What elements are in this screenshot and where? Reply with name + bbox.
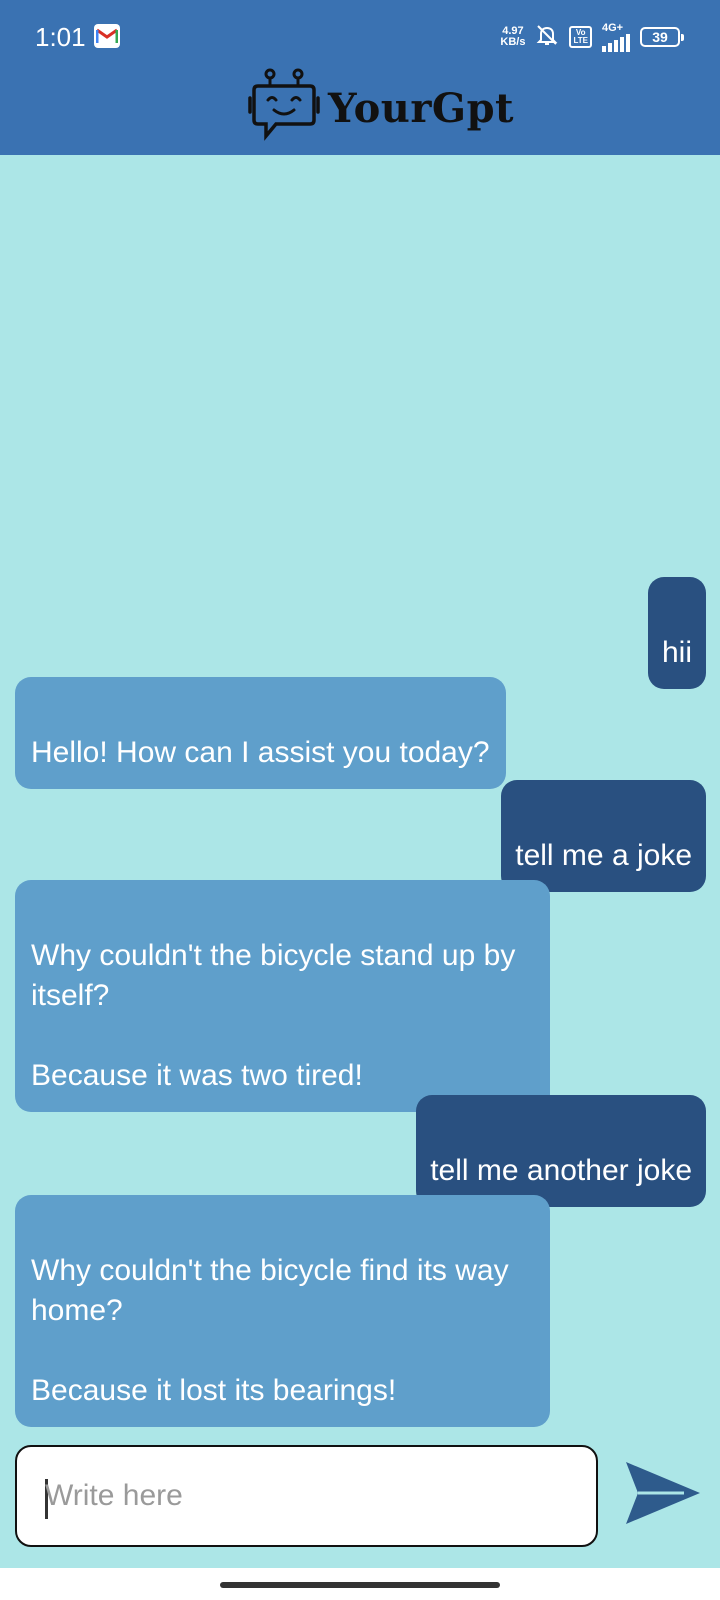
message-bot: Why couldn't the bicycle stand up by its… [15,880,550,1112]
signal-bars-icon [602,33,630,52]
robot-logo-icon [248,68,320,149]
network-speed: 4.97 KB/s [500,25,526,48]
message-bot: Why couldn't the bicycle find its way ho… [15,1195,550,1427]
message-user: tell me a joke [501,780,706,892]
volte-indicator: Vo LTE [569,26,592,48]
cellular-signal: 4G+ [602,22,630,52]
message-text: tell me another joke [430,1154,692,1187]
app-header: 1:01 4.97 KB/s Vo LTE 4G+ 39 YourGpt [0,0,720,155]
app-brand: YourGpt [248,68,514,148]
battery-icon: 39 [640,27,684,47]
status-time: 1:01 [35,22,86,52]
send-icon [624,1460,702,1531]
bell-muted-icon [535,23,559,52]
app-title: YourGpt [328,84,515,132]
message-text: Why couldn't the bicycle find its way ho… [31,1254,509,1407]
message-input[interactable] [45,1447,585,1545]
status-indicators: 4.97 KB/s Vo LTE 4G+ 39 [500,22,684,52]
message-text: Hello! How can I assist you today? [31,736,490,769]
message-text: hii [661,636,692,669]
message-bot: Hello! How can I assist you today? [15,677,506,789]
message-input-box[interactable] [15,1445,598,1547]
send-button[interactable] [622,1460,704,1530]
battery-level: 39 [652,29,668,45]
gmail-notification-icon [94,24,120,48]
message-user: hii [647,577,706,689]
home-indicator[interactable] [220,1582,500,1588]
message-text: Why couldn't the bicycle stand up by its… [31,939,516,1092]
message-user: tell me another joke [416,1095,706,1207]
system-nav-bar [0,1568,720,1600]
message-text: tell me a joke [515,839,692,872]
chat-area[interactable]: hii Hello! How can I assist you today? t… [0,155,720,1568]
